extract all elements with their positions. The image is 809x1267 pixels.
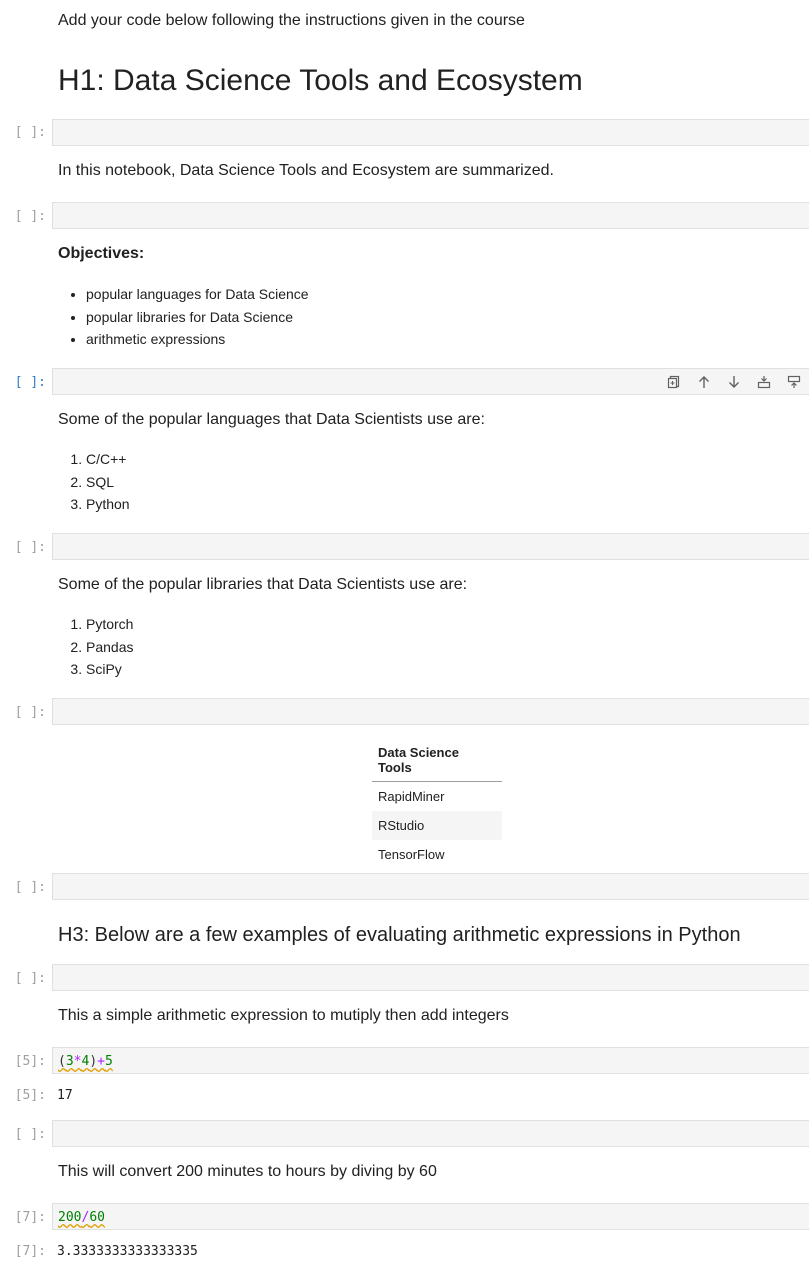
cell-prompt: [ ]: bbox=[14, 540, 46, 555]
code-cell-empty-7[interactable] bbox=[52, 1120, 809, 1147]
table-row: RapidMiner bbox=[378, 789, 445, 804]
move-up-icon[interactable] bbox=[693, 372, 715, 392]
list-item: Pytorch bbox=[86, 613, 133, 636]
output-prompt: [7]: bbox=[14, 1244, 46, 1259]
list-item: popular libraries for Data Science bbox=[86, 306, 309, 329]
output-prompt: [5]: bbox=[14, 1088, 46, 1103]
duplicate-icon[interactable] bbox=[663, 372, 685, 392]
objectives-heading: Objectives: bbox=[58, 245, 145, 262]
code-cell-empty-5[interactable] bbox=[52, 873, 809, 900]
code-cell-7[interactable]: 200/60 bbox=[52, 1203, 809, 1230]
mult-add-markdown: This a simple arithmetic expression to m… bbox=[58, 1007, 509, 1024]
cell-output: 3.3333333333333335 bbox=[57, 1244, 198, 1259]
list-item: C/C++ bbox=[86, 448, 130, 471]
libraries-markdown: Some of the popular libraries that Data … bbox=[58, 576, 468, 593]
list-item: arithmetic expressions bbox=[86, 328, 309, 351]
move-down-icon[interactable] bbox=[723, 372, 745, 392]
cell-prompt: [ ]: bbox=[14, 209, 46, 224]
code-cell-empty-3[interactable] bbox=[52, 533, 809, 560]
h3-heading: H3: Below are a few examples of evaluati… bbox=[58, 924, 741, 946]
code-input[interactable]: (3*4)+5 bbox=[58, 1054, 113, 1069]
summary-markdown: In this notebook, Data Science Tools and… bbox=[58, 162, 554, 179]
cell-prompt: [5]: bbox=[14, 1054, 46, 1069]
libraries-list: Pytorch Pandas SciPy bbox=[58, 613, 133, 681]
code-input[interactable]: 200/60 bbox=[58, 1210, 105, 1225]
cell-output: 17 bbox=[57, 1088, 73, 1103]
list-item: Pandas bbox=[86, 636, 133, 659]
table-header: Data Science Tools bbox=[372, 739, 502, 782]
h1-heading: H1: Data Science Tools and Ecosystem bbox=[58, 64, 583, 97]
list-item: SciPy bbox=[86, 658, 133, 681]
intro-markdown: Add your code below following the instru… bbox=[58, 12, 525, 29]
convert-markdown: This will convert 200 minutes to hours b… bbox=[58, 1163, 437, 1180]
code-cell-empty-2[interactable] bbox=[52, 202, 809, 229]
code-cell-empty-6[interactable] bbox=[52, 964, 809, 991]
cell-prompt: [ ]: bbox=[14, 1127, 46, 1142]
insert-below-icon[interactable] bbox=[783, 372, 805, 392]
table-row: TensorFlow bbox=[378, 847, 445, 862]
cell-prompt: [ ]: bbox=[14, 705, 46, 720]
insert-above-icon[interactable] bbox=[753, 372, 775, 392]
objectives-list: popular languages for Data Science popul… bbox=[58, 283, 309, 351]
code-cell-5[interactable]: (3*4)+5 bbox=[52, 1047, 809, 1074]
cell-prompt: [ ]: bbox=[14, 971, 46, 986]
languages-markdown: Some of the popular languages that Data … bbox=[58, 411, 485, 428]
code-cell-empty-1[interactable] bbox=[52, 119, 809, 146]
table-row: RStudio bbox=[372, 811, 502, 840]
tools-table: Data Science Tools RapidMiner RStudio Te… bbox=[372, 739, 502, 869]
code-cell-empty-4[interactable] bbox=[52, 698, 809, 725]
cell-prompt-active: [ ]: bbox=[14, 375, 46, 390]
cell-prompt: [ ]: bbox=[14, 880, 46, 895]
cell-prompt: [7]: bbox=[14, 1210, 46, 1225]
list-item: popular languages for Data Science bbox=[86, 283, 309, 306]
cell-toolbar bbox=[663, 372, 805, 392]
languages-list: C/C++ SQL Python bbox=[58, 448, 130, 516]
notebook: Add your code below following the instru… bbox=[0, 0, 809, 1267]
list-item: SQL bbox=[86, 471, 130, 494]
cell-prompt: [ ]: bbox=[14, 125, 46, 140]
list-item: Python bbox=[86, 493, 130, 516]
code-cell-selected[interactable] bbox=[52, 368, 809, 395]
